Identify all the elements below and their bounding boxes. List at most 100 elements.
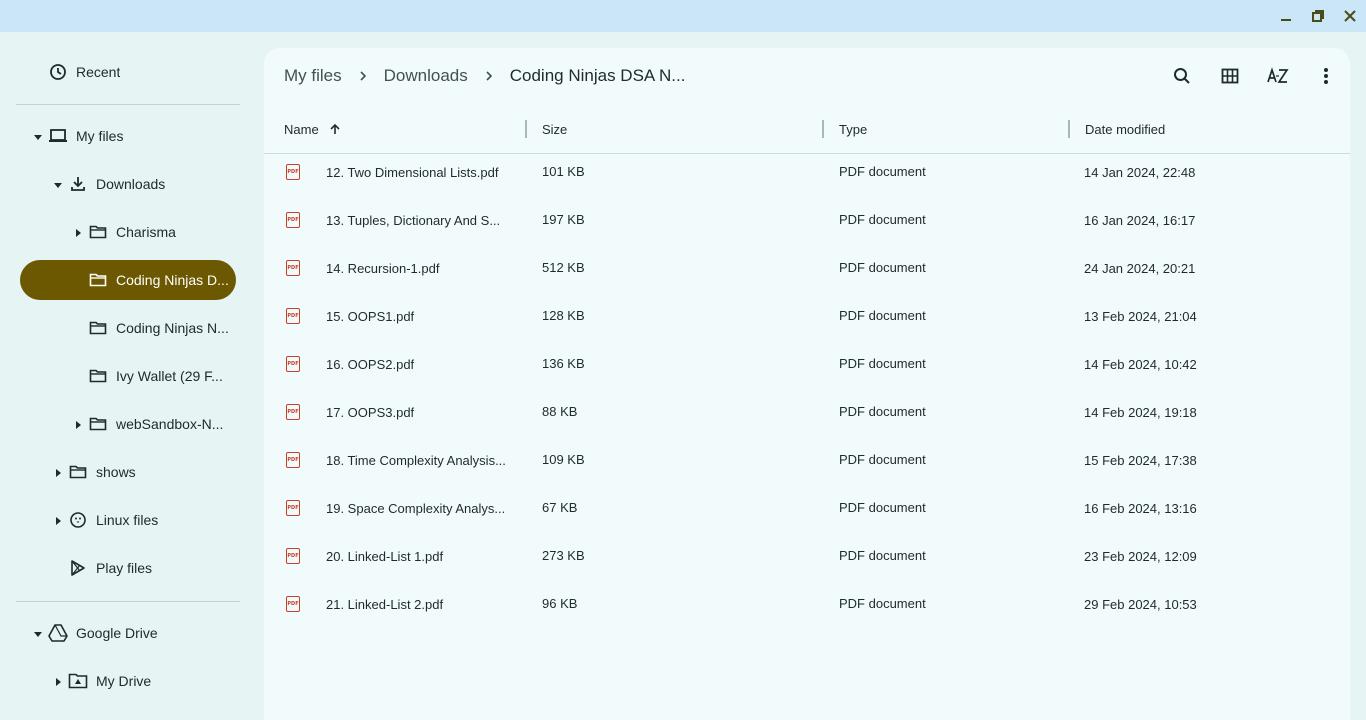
file-date: 14 Feb 2024, 19:18 xyxy=(1084,404,1197,420)
column-resizer[interactable] xyxy=(525,120,527,138)
chevron-down-icon[interactable] xyxy=(52,179,64,191)
chevron-right-icon[interactable] xyxy=(52,467,64,479)
chevron-right-icon[interactable] xyxy=(52,676,64,688)
table-row[interactable]: PDF 20. Linked-List 1.pdf 273 KB PDF doc… xyxy=(264,532,1350,580)
file-name: 20. Linked-List 1.pdf xyxy=(326,548,444,564)
file-date: 13 Feb 2024, 21:04 xyxy=(1084,308,1197,324)
sidebar-item-folder[interactable]: Coding Ninjas N... xyxy=(88,308,240,348)
pdf-file-icon: PDF xyxy=(286,596,300,612)
column-header-date[interactable]: Date modified xyxy=(1085,118,1165,140)
file-type: PDF document xyxy=(839,211,926,227)
sidebar-item-label: shows xyxy=(96,464,136,480)
search-icon[interactable] xyxy=(1170,64,1194,88)
close-icon[interactable] xyxy=(1340,6,1360,26)
sidebar-item-folder[interactable]: Charisma xyxy=(88,212,240,252)
sidebar-item-linux-files[interactable]: Linux files xyxy=(68,500,240,540)
sidebar-item-label: webSandbox-N... xyxy=(116,416,224,432)
penguin-icon xyxy=(68,510,88,530)
breadcrumb-current[interactable]: Coding Ninjas DSA N... xyxy=(510,66,686,86)
play-store-icon xyxy=(68,558,88,578)
file-date: 14 Jan 2024, 22:48 xyxy=(1084,164,1196,180)
table-row[interactable]: PDF 12. Two Dimensional Lists.pdf 101 KB… xyxy=(264,148,1350,196)
file-name: 17. OOPS3.pdf xyxy=(326,404,415,420)
file-name: 14. Recursion-1.pdf xyxy=(326,260,440,276)
grid-view-icon[interactable] xyxy=(1218,64,1242,88)
table-row[interactable]: PDF 16. OOPS2.pdf 136 KB PDF document 14… xyxy=(264,340,1350,388)
sidebar-item-downloads[interactable]: Downloads xyxy=(68,164,248,204)
column-header-label: Type xyxy=(839,121,868,137)
sidebar-item-folder-selected[interactable]: Coding Ninjas D... xyxy=(20,260,236,300)
table-row[interactable]: PDF 15. OOPS1.pdf 128 KB PDF document 13… xyxy=(264,292,1350,340)
column-header-type[interactable]: Type xyxy=(839,118,867,140)
breadcrumb-downloads[interactable]: Downloads xyxy=(384,66,468,86)
pdf-file-icon: PDF xyxy=(286,404,300,420)
file-size: 197 KB xyxy=(542,211,585,227)
chevron-right-icon xyxy=(484,70,494,82)
folder-icon xyxy=(88,414,108,434)
sort-az-icon[interactable] xyxy=(1266,64,1290,88)
file-date: 16 Jan 2024, 16:17 xyxy=(1084,212,1196,228)
chevron-right-icon[interactable] xyxy=(72,419,84,431)
chevron-right-icon[interactable] xyxy=(72,227,84,239)
file-name: 15. OOPS1.pdf xyxy=(326,308,415,324)
file-type: PDF document xyxy=(839,499,926,515)
title-bar xyxy=(0,0,1366,32)
file-size: 101 KB xyxy=(542,163,585,179)
column-header-label: Name xyxy=(284,121,319,137)
maximize-icon[interactable] xyxy=(1308,6,1328,26)
drive-folder-icon xyxy=(68,671,88,691)
column-header-size[interactable]: Size xyxy=(542,118,567,140)
table-row[interactable]: PDF 19. Space Complexity Analys... 67 KB… xyxy=(264,484,1350,532)
file-type: PDF document xyxy=(839,547,926,563)
pdf-file-icon: PDF xyxy=(286,548,300,564)
sidebar-item-play-files[interactable]: Play files xyxy=(68,548,240,588)
file-date: 29 Feb 2024, 10:53 xyxy=(1084,596,1197,612)
chevron-right-icon[interactable] xyxy=(52,515,64,527)
file-list-panel: My files Downloads Coding Ninjas DSA N..… xyxy=(264,48,1350,720)
folder-icon xyxy=(88,222,108,242)
download-icon xyxy=(68,174,88,194)
pdf-file-icon: PDF xyxy=(286,308,300,324)
sidebar-item-recent[interactable]: Recent xyxy=(48,52,248,92)
sidebar-item-folder[interactable]: webSandbox-N... xyxy=(88,404,240,444)
file-size: 67 KB xyxy=(542,499,578,515)
sidebar-item-my-files[interactable]: My files xyxy=(48,116,248,156)
folder-icon xyxy=(68,462,88,482)
table-row[interactable]: PDF 17. OOPS3.pdf 88 KB PDF document 14 … xyxy=(264,388,1350,436)
file-name: 13. Tuples, Dictionary And S... xyxy=(326,212,501,228)
clock-icon xyxy=(48,62,68,82)
table-row[interactable]: PDF 13. Tuples, Dictionary And S... 197 … xyxy=(264,196,1350,244)
sidebar-item-my-drive[interactable]: My Drive xyxy=(68,661,240,701)
minimize-icon[interactable] xyxy=(1276,6,1296,26)
table-row[interactable]: PDF 21. Linked-List 2.pdf 96 KB PDF docu… xyxy=(264,580,1350,628)
column-header-name[interactable]: Name xyxy=(284,118,341,140)
file-size: 128 KB xyxy=(542,307,585,323)
sidebar-item-shows[interactable]: shows xyxy=(68,452,240,492)
pdf-file-icon: PDF xyxy=(286,452,300,468)
file-name: 12. Two Dimensional Lists.pdf xyxy=(326,164,499,180)
column-resizer[interactable] xyxy=(822,120,824,138)
file-date: 23 Feb 2024, 12:09 xyxy=(1084,548,1197,564)
chevron-down-icon[interactable] xyxy=(32,628,44,640)
file-type: PDF document xyxy=(839,259,926,275)
folder-icon xyxy=(88,270,108,290)
table-row[interactable]: PDF 14. Recursion-1.pdf 512 KB PDF docum… xyxy=(264,244,1350,292)
file-size: 512 KB xyxy=(542,259,585,275)
sidebar-item-label: Downloads xyxy=(96,176,166,192)
file-date: 15 Feb 2024, 17:38 xyxy=(1084,452,1197,468)
pdf-file-icon: PDF xyxy=(286,356,300,372)
table-row[interactable]: PDF 18. Time Complexity Analysis... 109 … xyxy=(264,436,1350,484)
file-size: 136 KB xyxy=(542,355,585,371)
breadcrumb-my-files[interactable]: My files xyxy=(284,66,342,86)
sidebar-item-label: Linux files xyxy=(96,512,159,528)
pdf-file-icon: PDF xyxy=(286,500,300,516)
file-name: 16. OOPS2.pdf xyxy=(326,356,415,372)
file-type: PDF document xyxy=(839,595,926,611)
more-vert-icon[interactable] xyxy=(1314,64,1338,88)
sidebar-item-google-drive[interactable]: Google Drive xyxy=(48,613,248,653)
sidebar-item-label: Play files xyxy=(96,560,153,576)
arrow-up-icon xyxy=(329,123,341,135)
chevron-down-icon[interactable] xyxy=(32,131,44,143)
sidebar-item-folder[interactable]: Ivy Wallet (29 F... xyxy=(88,356,240,396)
column-resizer[interactable] xyxy=(1068,120,1070,138)
